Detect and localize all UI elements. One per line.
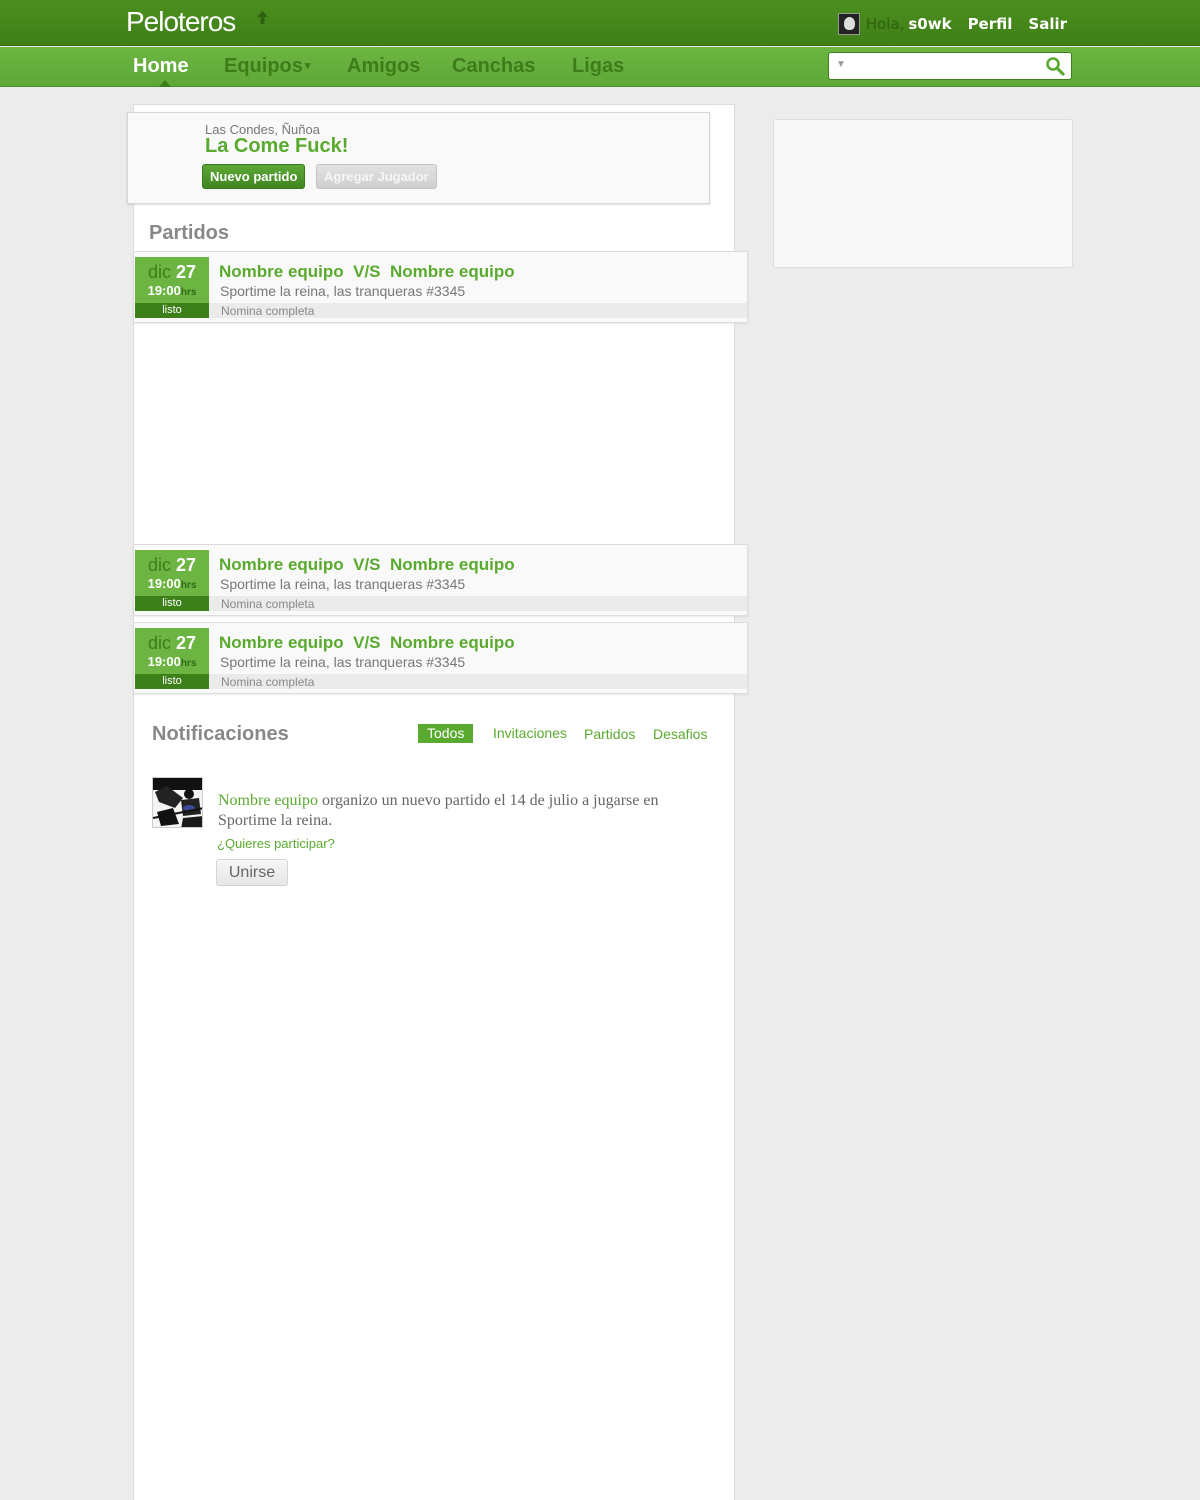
filter-tab-desafios[interactable]: Desafios — [653, 725, 707, 744]
new-match-button[interactable]: Nuevo partido — [202, 164, 306, 189]
filter-tab-todos[interactable]: Todos — [418, 724, 474, 743]
logout-link[interactable]: Salir — [1028, 15, 1067, 33]
match-title[interactable]: Nombre equipo V/S Nombre equipo — [219, 262, 515, 282]
match-time: 19:00 — [147, 576, 181, 591]
team-avatar[interactable] — [152, 777, 203, 828]
top-bar: Peloteros Hola, s0wk Perfil Salir — [0, 0, 1200, 46]
nav-item-home[interactable]: Home — [133, 55, 189, 78]
search-scope-dropdown-icon[interactable]: ▼ — [836, 59, 846, 70]
match-roster-status: Nomina completa — [221, 675, 315, 689]
sidebar-box — [773, 119, 1073, 268]
match-date-line: dic 27 — [135, 633, 209, 654]
match-month: dic — [147, 262, 171, 282]
filter-tab-invitaciones[interactable]: Invitaciones — [493, 724, 567, 743]
match-status-badge: listo — [135, 303, 209, 318]
logo[interactable]: Peloteros — [126, 6, 236, 38]
greeting: Hola, — [865, 15, 905, 33]
match-status-badge: listo — [135, 674, 209, 689]
match-roster-bar: Nomina completa — [209, 596, 747, 611]
match-place: Sportime la reina, las tranqueras #3345 — [220, 283, 466, 299]
chevron-down-icon: ▾ — [304, 60, 311, 72]
filter-tab-partidos[interactable]: Partidos — [584, 725, 635, 744]
match-time-unit: hrs — [180, 287, 197, 298]
match-roster-bar: Nomina completa — [209, 303, 747, 318]
match-title[interactable]: Nombre equipo V/S Nombre equipo — [219, 633, 515, 653]
nav-item-equipos-label: Equipos — [224, 55, 303, 77]
add-player-button[interactable]: Agregar Jugador — [316, 164, 437, 189]
match-card[interactable]: dic 27 19:00hrs listo Nombre equipo V/S … — [133, 622, 748, 694]
matches-title: Partidos — [149, 222, 230, 244]
match-date: dic 27 19:00hrs listo — [135, 257, 209, 318]
match-day: 27 — [176, 633, 197, 653]
match-roster-bar: Nomina completa — [209, 674, 747, 689]
nav-item-amigos[interactable]: Amigos — [347, 55, 420, 78]
match-status-badge: listo — [135, 596, 209, 611]
active-nav-indicator — [159, 80, 171, 87]
match-time-line: 19:00hrs — [135, 576, 209, 591]
team-card: Las Condes, Ñuñoa La Come Fuck! Nuevo pa… — [127, 112, 710, 204]
match-month: dic — [147, 555, 171, 575]
match-day: 27 — [176, 555, 197, 575]
notification-team-link[interactable]: Nombre equipo — [218, 792, 318, 809]
nav-item-canchas[interactable]: Canchas — [452, 55, 535, 78]
nav-bar: Home Equipos ▾ Amigos Canchas Ligas ▼ — [0, 47, 1200, 87]
logo-arrow-icon — [257, 11, 268, 24]
search-box: ▼ — [828, 52, 1072, 80]
profile-link[interactable]: Perfil — [968, 15, 1013, 33]
notifications-title: Notificaciones — [152, 723, 289, 745]
match-time-unit: hrs — [180, 580, 197, 591]
user-avatar[interactable] — [837, 13, 860, 35]
match-roster-status: Nomina completa — [221, 304, 315, 318]
join-button[interactable]: Unirse — [216, 859, 288, 886]
match-card[interactable]: dic 27 19:00hrs listo Nombre equipo V/S … — [133, 544, 748, 616]
match-date-line: dic 27 — [135, 262, 209, 283]
match-time: 19:00 — [147, 283, 181, 298]
notification-text: Nombre equipo organizo un nuevo partido … — [218, 791, 708, 831]
team-name[interactable]: La Come Fuck! — [205, 135, 348, 158]
nav-item-ligas[interactable]: Ligas — [572, 55, 624, 78]
notification-question[interactable]: ¿Quieres participar? — [217, 836, 335, 851]
username-link[interactable]: s0wk — [908, 15, 951, 33]
match-date-line: dic 27 — [135, 555, 209, 576]
match-day: 27 — [176, 262, 197, 282]
match-month: dic — [147, 633, 171, 653]
match-place: Sportime la reina, las tranqueras #3345 — [220, 576, 466, 592]
nav-item-equipos[interactable]: Equipos ▾ — [224, 55, 310, 78]
match-date: dic 27 19:00hrs listo — [135, 550, 209, 611]
match-place: Sportime la reina, las tranqueras #3345 — [220, 654, 466, 670]
match-time-unit: hrs — [180, 658, 197, 669]
search-input[interactable] — [851, 55, 1041, 77]
team-avatar-image — [153, 778, 202, 827]
match-time: 19:00 — [147, 654, 181, 669]
match-title[interactable]: Nombre equipo V/S Nombre equipo — [219, 555, 515, 575]
match-roster-status: Nomina completa — [221, 597, 315, 611]
match-card[interactable]: dic 27 19:00hrs listo Nombre equipo V/S … — [133, 251, 748, 323]
match-time-line: 19:00hrs — [135, 654, 209, 669]
user-area: Hola, s0wk Perfil Salir — [837, 12, 1067, 36]
match-time-line: 19:00hrs — [135, 283, 209, 298]
search-icon[interactable] — [1045, 56, 1065, 76]
match-date: dic 27 19:00hrs listo — [135, 628, 209, 689]
